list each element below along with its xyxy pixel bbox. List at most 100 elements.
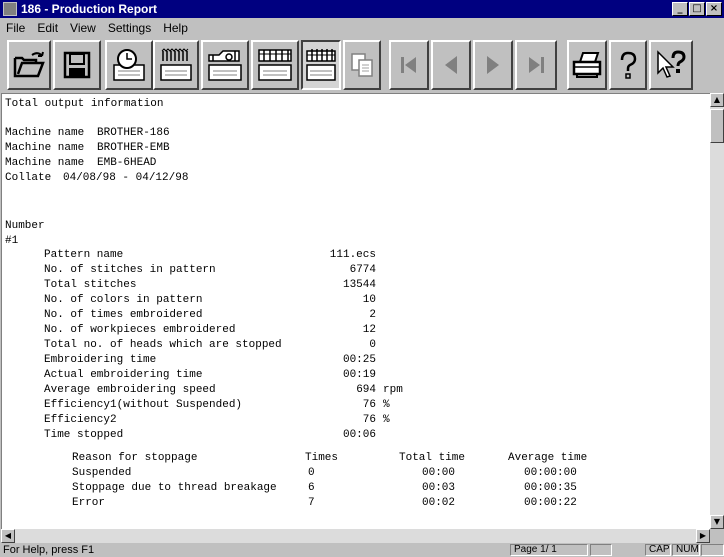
- next-page-button[interactable]: [473, 40, 513, 90]
- previous-page-icon: [445, 56, 457, 74]
- heads-icon: [258, 49, 292, 81]
- report-heading: Total output information: [5, 98, 164, 110]
- menu-view[interactable]: View: [64, 19, 102, 37]
- menu-help[interactable]: Help: [157, 19, 194, 37]
- machine-name-value: EMB-6HEAD: [97, 157, 157, 169]
- status-num: NUM: [672, 544, 700, 556]
- app-icon[interactable]: [3, 2, 17, 16]
- stoppage-times: 6: [308, 482, 315, 494]
- field-value: 10: [362, 294, 376, 306]
- number-value: #1: [5, 235, 19, 247]
- menu-file[interactable]: File: [0, 19, 31, 37]
- field-value: 76: [362, 399, 376, 411]
- stoppage-header-total-time: Total time: [399, 452, 466, 464]
- save-button[interactable]: [53, 40, 101, 90]
- stoppage-average-time: 00:00:22: [524, 497, 577, 509]
- machine-name-value: BROTHER-186: [97, 127, 170, 139]
- stoppage-reason: Error: [72, 497, 106, 509]
- heads-report-button[interactable]: [251, 40, 299, 90]
- stoppage-header-reason: Reason for stoppage: [72, 452, 198, 464]
- field-unit: %: [383, 414, 390, 426]
- close-button[interactable]: ×: [706, 2, 722, 16]
- field-label: Total no. of heads which are stopped: [44, 339, 282, 351]
- machine-name-label: Machine name: [5, 142, 85, 154]
- context-help-icon: [657, 50, 686, 78]
- status-scrl: [701, 544, 724, 556]
- menu-edit[interactable]: Edit: [31, 19, 64, 37]
- scroll-up-button[interactable]: ▲: [710, 93, 724, 107]
- last-page-button[interactable]: [515, 40, 557, 90]
- previous-page-button[interactable]: [431, 40, 471, 90]
- first-page-button[interactable]: [389, 40, 429, 90]
- time-report-button[interactable]: [105, 40, 153, 90]
- stoppage-reason: Stoppage due to thread breakage: [72, 482, 277, 494]
- copy-icon: [351, 53, 373, 77]
- field-value: 2: [369, 309, 376, 321]
- multi-heads-report-button[interactable]: [301, 40, 341, 90]
- help-button[interactable]: [609, 40, 647, 90]
- machine-name-label: Machine name: [5, 127, 85, 139]
- scroll-left-button[interactable]: ◀: [1, 529, 15, 543]
- field-label: No. of stitches in pattern: [44, 264, 216, 276]
- copy-button[interactable]: [343, 40, 381, 90]
- field-value: 00:06: [342, 429, 376, 441]
- number-label: Number: [5, 220, 45, 232]
- field-value: 694: [356, 384, 376, 396]
- next-page-icon: [487, 56, 499, 74]
- folder-open-icon: [13, 51, 45, 78]
- stoppage-average-time: 00:00:35: [524, 482, 577, 494]
- machine-name-label: Machine name: [5, 157, 85, 169]
- collate-label: Collate: [5, 172, 52, 184]
- menu-settings[interactable]: Settings: [102, 19, 157, 37]
- field-value: 00:19: [342, 369, 376, 381]
- open-button[interactable]: [7, 40, 51, 90]
- field-label: Time stopped: [44, 429, 124, 441]
- question-icon: [620, 51, 637, 79]
- field-value: 6774: [349, 264, 376, 276]
- field-label: Pattern name: [44, 249, 124, 261]
- field-label: Efficiency1(without Suspended): [44, 399, 243, 411]
- status-page: Page 1/ 1: [510, 544, 588, 556]
- stoppage-header-times: Times: [305, 452, 339, 464]
- machine-name-value: BROTHER-EMB: [97, 142, 170, 154]
- scroll-down-button[interactable]: ▼: [710, 515, 724, 529]
- print-button[interactable]: [567, 40, 607, 90]
- stoppage-reason: Suspended: [72, 467, 132, 479]
- stoppage-times: 7: [308, 497, 315, 509]
- status-bar: For Help, press F1 Page 1/ 1 CAP NUM: [0, 543, 724, 557]
- last-page-icon: [529, 57, 544, 73]
- field-label: Efficiency2: [44, 414, 117, 426]
- machine-report-button[interactable]: [201, 40, 249, 90]
- field-value: 00:25: [342, 354, 376, 366]
- window-title: 186 - Production Report: [21, 2, 158, 16]
- vertical-scroll-thumb[interactable]: [710, 109, 724, 143]
- stitch-chart-button[interactable]: [153, 40, 199, 90]
- vertical-scrollbar[interactable]: ▲ ▼: [710, 93, 724, 529]
- menu-bar: File Edit View Settings Help: [0, 19, 724, 37]
- maximize-button[interactable]: □: [689, 2, 705, 16]
- stoppage-header-average-time: Average time: [508, 452, 588, 464]
- minimize-button[interactable]: _: [672, 2, 688, 16]
- field-label: Actual embroidering time: [44, 369, 203, 381]
- clock-icon: [113, 49, 145, 81]
- printer-icon: [572, 52, 602, 78]
- status-cap: CAP: [645, 544, 671, 556]
- floppy-disk-icon: [63, 51, 91, 79]
- field-label: Embroidering time: [44, 354, 157, 366]
- scroll-right-button[interactable]: ▶: [696, 529, 710, 543]
- field-label: No. of times embroidered: [44, 309, 203, 321]
- field-label: No. of workpieces embroidered: [44, 324, 236, 336]
- multi-heads-icon: [306, 49, 336, 81]
- first-page-icon: [401, 57, 416, 73]
- context-help-button[interactable]: [649, 40, 693, 90]
- toolbar: [0, 40, 724, 92]
- status-help-text: For Help, press F1: [3, 544, 95, 556]
- field-value: 111.ecs: [329, 249, 376, 261]
- report-view[interactable]: Total output information Machine name BR…: [1, 93, 710, 530]
- horizontal-scrollbar[interactable]: ◀ ▶: [1, 529, 710, 543]
- stoppage-total-time: 00:03: [422, 482, 456, 494]
- status-blank-panel: [590, 544, 612, 556]
- field-label: Average embroidering speed: [44, 384, 216, 396]
- field-unit: rpm: [383, 384, 403, 396]
- field-value: 12: [362, 324, 376, 336]
